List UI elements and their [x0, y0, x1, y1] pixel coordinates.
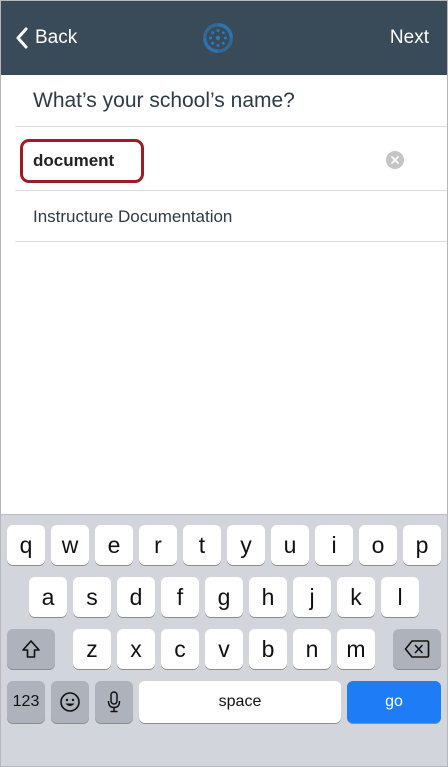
search-row [1, 126, 447, 190]
key-y[interactable]: y [227, 525, 265, 565]
clear-circle-icon[interactable] [386, 151, 404, 169]
key-f[interactable]: f [161, 577, 199, 617]
canvas-logo-icon [203, 23, 233, 53]
page-title: What’s your school’s name? [33, 89, 295, 112]
key-z[interactable]: z [73, 629, 111, 669]
key-a[interactable]: a [29, 577, 67, 617]
school-result-item[interactable]: Instructure Documentation [1, 191, 447, 241]
key-n[interactable]: n [293, 629, 331, 669]
delete-key[interactable] [393, 629, 441, 669]
space-key[interactable]: space [139, 681, 341, 723]
key-v[interactable]: v [205, 629, 243, 669]
key-q[interactable]: q [7, 525, 45, 565]
key-c[interactable]: c [161, 629, 199, 669]
school-result-label: Instructure Documentation [33, 207, 233, 226]
key-g[interactable]: g [205, 577, 243, 617]
key-x[interactable]: x [117, 629, 155, 669]
key-s[interactable]: s [73, 577, 111, 617]
emoji-icon [60, 692, 80, 712]
chevron-left-icon [16, 27, 28, 49]
numbers-key[interactable]: 123 [7, 681, 45, 723]
key-o[interactable]: o [359, 525, 397, 565]
back-label: Back [35, 27, 78, 48]
emoji-key[interactable] [51, 681, 89, 723]
shift-icon [22, 640, 40, 658]
key-j[interactable]: j [293, 577, 331, 617]
key-r[interactable]: r [139, 525, 177, 565]
key-t[interactable]: t [183, 525, 221, 565]
onscreen-keyboard: q w e r t y u i o p a s d f g h j k l z … [1, 514, 447, 766]
key-u[interactable]: u [271, 525, 309, 565]
key-i[interactable]: i [315, 525, 353, 565]
shift-key[interactable] [7, 629, 55, 669]
key-e[interactable]: e [95, 525, 133, 565]
key-w[interactable]: w [51, 525, 89, 565]
key-k[interactable]: k [337, 577, 375, 617]
mic-key[interactable] [95, 681, 133, 723]
key-d[interactable]: d [117, 577, 155, 617]
back-button[interactable]: Back [15, 21, 77, 55]
next-button[interactable]: Next [390, 27, 429, 49]
key-m[interactable]: m [337, 629, 375, 669]
key-l[interactable]: l [381, 577, 419, 617]
go-key[interactable]: go [347, 681, 441, 723]
microphone-icon [107, 691, 121, 713]
divider [15, 241, 447, 242]
school-search-input[interactable] [33, 148, 393, 174]
key-p[interactable]: p [403, 525, 441, 565]
key-b[interactable]: b [249, 629, 287, 669]
nav-bar: Back Next [1, 1, 447, 75]
key-h[interactable]: h [249, 577, 287, 617]
app-screen: Back Next What’s your school’s name? doc… [0, 0, 448, 767]
backspace-icon [404, 640, 430, 658]
